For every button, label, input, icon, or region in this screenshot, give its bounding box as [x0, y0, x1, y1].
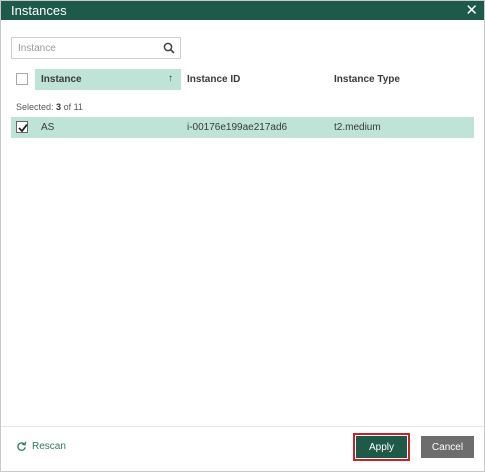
column-header-instance-id[interactable]: Instance ID: [187, 74, 240, 85]
cancel-button[interactable]: Cancel: [421, 436, 474, 458]
apply-highlight: Apply: [353, 433, 410, 461]
select-all-checkbox[interactable]: [16, 73, 28, 85]
rescan-link[interactable]: Rescan: [16, 441, 66, 452]
column-header-instance-type[interactable]: Instance Type: [334, 74, 400, 85]
column-header-instance[interactable]: Instance ↑: [35, 69, 181, 90]
table-row[interactable]: AS i-00176e199ae217ad6 t2.medium: [11, 117, 474, 138]
cell-instance-name: AS: [41, 122, 55, 133]
refresh-icon: [17, 441, 27, 451]
selected-total: of 11: [63, 102, 83, 112]
dialog-title: Instances: [11, 3, 67, 18]
row-checkbox[interactable]: [16, 121, 28, 133]
column-label-instance: Instance: [41, 74, 82, 85]
close-icon[interactable]: ✕: [465, 3, 478, 18]
selected-label: Selected:: [16, 102, 54, 112]
selected-count: 3: [56, 102, 62, 112]
checkmark-icon: [18, 123, 28, 133]
rescan-label: Rescan: [32, 441, 66, 452]
search-icon[interactable]: [163, 41, 175, 59]
cell-instance-type: t2.medium: [334, 122, 381, 133]
footer-divider: [1, 426, 484, 427]
sort-ascending-icon: ↑: [168, 73, 173, 84]
apply-button[interactable]: Apply: [356, 436, 407, 458]
search-input[interactable]: [12, 39, 158, 58]
dialog-titlebar: Instances ✕: [1, 1, 484, 20]
table-header: Instance ↑ Instance ID Instance Type: [11, 69, 474, 90]
cell-instance-id: i-00176e199ae217ad6: [187, 122, 288, 133]
instances-dialog: Instances ✕ Instance ↑ Instance ID Insta…: [0, 0, 485, 472]
selected-count-info: Selected: 3 of 11: [16, 102, 83, 112]
search-box: [11, 37, 181, 59]
